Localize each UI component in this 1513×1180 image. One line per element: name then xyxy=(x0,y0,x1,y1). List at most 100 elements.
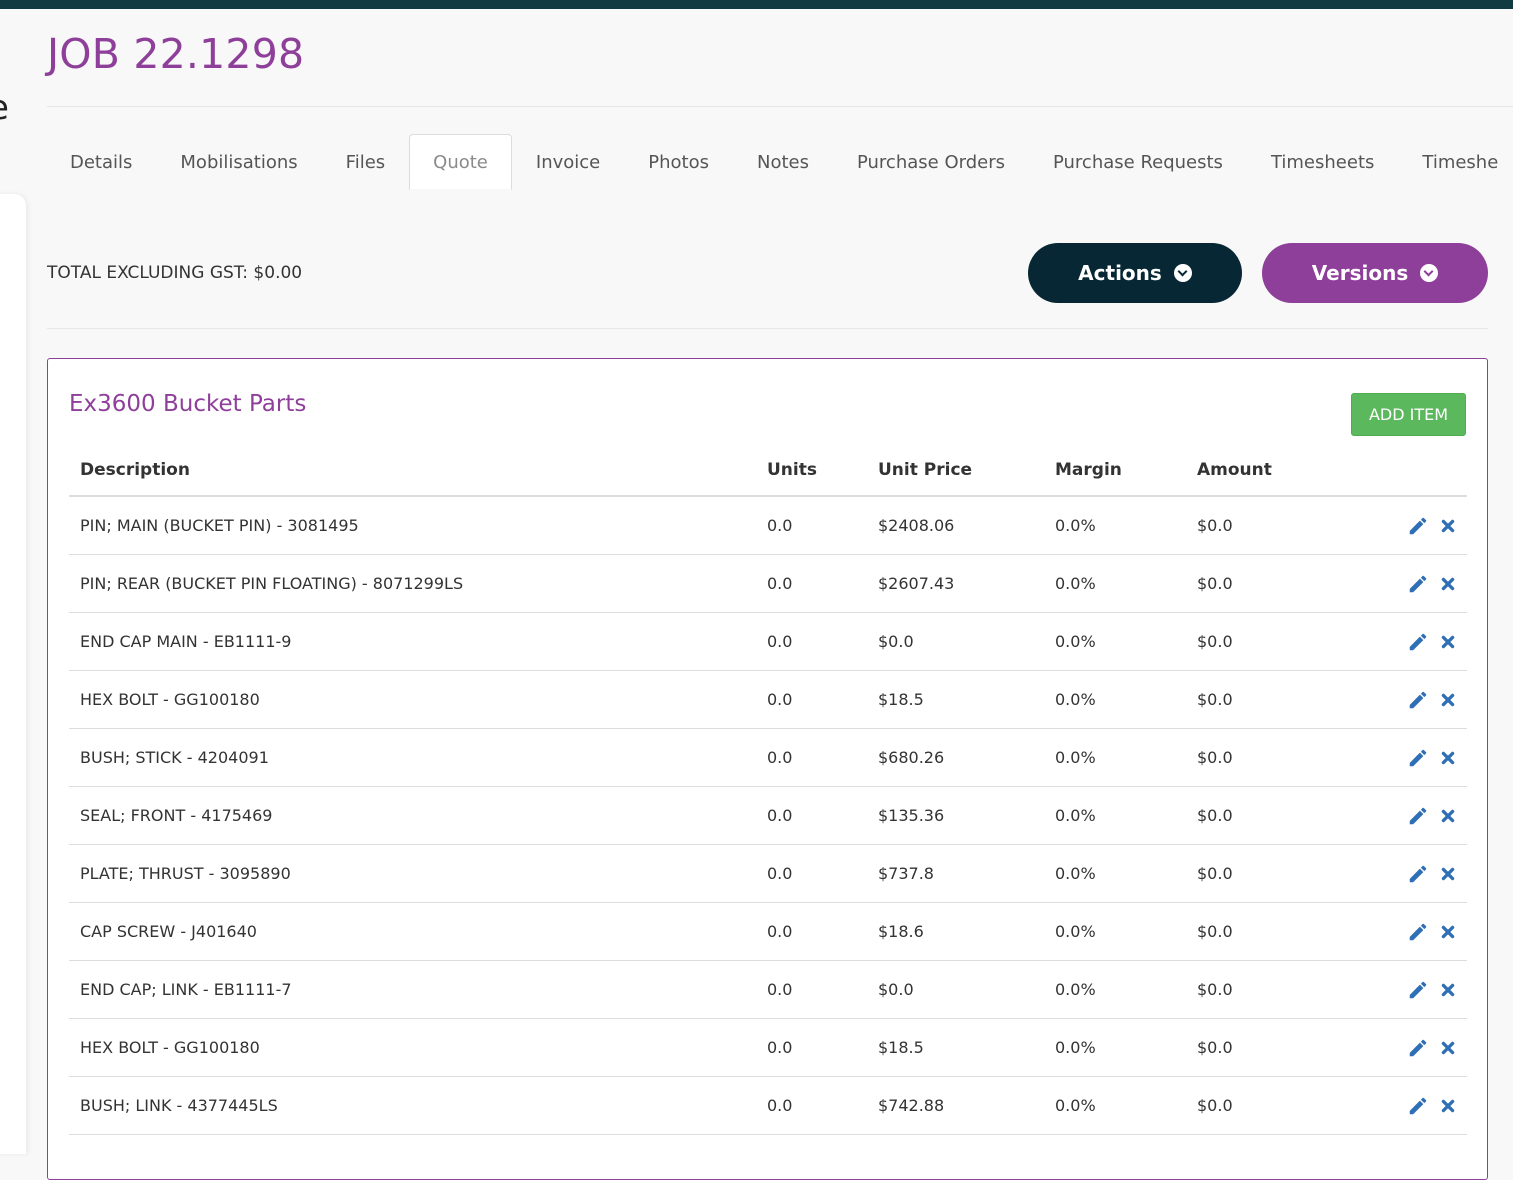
table-row: PLATE; THRUST - 3095890 0.0 $737.8 0.0% $0.0 xyxy=(69,844,1467,903)
tab-photos[interactable]: Photos xyxy=(624,134,733,190)
row-margin: 0.0% xyxy=(1044,496,1186,555)
column-header-description: Description xyxy=(69,445,756,497)
pencil-icon[interactable] xyxy=(1407,863,1429,885)
tab-purchase-orders[interactable]: Purchase Orders xyxy=(833,134,1029,190)
row-description: HEX BOLT - GG100180 xyxy=(69,670,756,729)
pencil-icon[interactable] xyxy=(1407,1037,1429,1059)
pencil-icon[interactable] xyxy=(1407,631,1429,653)
table-row: END CAP MAIN - EB1111-9 0.0 $0.0 0.0% $0.0 xyxy=(69,612,1467,671)
row-margin: 0.0% xyxy=(1044,612,1186,671)
close-icon[interactable] xyxy=(1437,515,1459,537)
table-row: HEX BOLT - GG100180 0.0 $18.5 0.0% $0.0 xyxy=(69,1018,1467,1077)
row-amount: $0.0 xyxy=(1186,960,1367,1019)
table-row: SEAL; FRONT - 4175469 0.0 $135.36 0.0% $0.0 xyxy=(69,786,1467,845)
row-amount: $0.0 xyxy=(1186,496,1367,555)
tab-timesheets[interactable]: Timesheets xyxy=(1247,134,1398,190)
versions-button-label: Versions xyxy=(1311,261,1409,285)
tab-notes[interactable]: Notes xyxy=(733,134,833,190)
tab-details[interactable]: Details xyxy=(46,134,156,190)
tab-mobilisations[interactable]: Mobilisations xyxy=(156,134,321,190)
row-description: CAP SCREW - J401640 xyxy=(69,902,756,961)
actions-button[interactable]: Actions xyxy=(1028,243,1242,303)
table-row: PIN; REAR (BUCKET PIN FLOATING) - 807129… xyxy=(69,554,1467,613)
row-margin: 0.0% xyxy=(1044,670,1186,729)
sidebar-partial-text: e xyxy=(0,88,9,128)
chevron-down-icon xyxy=(1420,264,1439,282)
row-amount: $0.0 xyxy=(1186,786,1367,845)
row-amount: $0.0 xyxy=(1186,612,1367,671)
section-divider xyxy=(47,328,1488,329)
row-margin: 0.0% xyxy=(1044,960,1186,1019)
section-title: Ex3600 Bucket Parts xyxy=(69,391,307,417)
table-row: END CAP; LINK - EB1111-7 0.0 $0.0 0.0% $0.0 xyxy=(69,960,1467,1019)
column-header-actions xyxy=(1367,445,1467,497)
column-header-units: Units xyxy=(756,445,867,497)
pencil-icon[interactable] xyxy=(1407,1095,1429,1117)
close-icon[interactable] xyxy=(1437,689,1459,711)
row-description: PIN; MAIN (BUCKET PIN) - 3081495 xyxy=(69,496,756,555)
table-row: BUSH; LINK - 4377445LS 0.0 $742.88 0.0% $0.0 xyxy=(69,1076,1467,1135)
versions-button[interactable]: Versions xyxy=(1262,243,1488,303)
row-description: PLATE; THRUST - 3095890 xyxy=(69,844,756,903)
close-icon[interactable] xyxy=(1437,921,1459,943)
top-bar xyxy=(0,0,1513,9)
row-description: END CAP MAIN - EB1111-9 xyxy=(69,612,756,671)
close-icon[interactable] xyxy=(1437,747,1459,769)
tab-purchase-requests[interactable]: Purchase Requests xyxy=(1029,134,1247,190)
table-row: BUSH; STICK - 4204091 0.0 $680.26 0.0% $0.0 xyxy=(69,728,1467,787)
tab-timeshe[interactable]: Timeshe xyxy=(1398,134,1513,190)
row-units: 0.0 xyxy=(756,554,867,613)
close-icon[interactable] xyxy=(1437,573,1459,595)
close-icon[interactable] xyxy=(1437,979,1459,1001)
row-actions xyxy=(1367,1076,1467,1135)
row-unit-price: $680.26 xyxy=(867,728,1044,787)
row-unit-price: $18.6 xyxy=(867,902,1044,961)
pencil-icon[interactable] xyxy=(1407,747,1429,769)
column-header-unit-price: Unit Price xyxy=(867,445,1044,497)
row-units: 0.0 xyxy=(756,902,867,961)
page-title: JOB 22.1298 xyxy=(47,30,305,78)
close-icon[interactable] xyxy=(1437,631,1459,653)
row-actions xyxy=(1367,902,1467,961)
row-unit-price: $18.5 xyxy=(867,670,1044,729)
row-actions xyxy=(1367,960,1467,1019)
row-actions xyxy=(1367,844,1467,903)
row-unit-price: $18.5 xyxy=(867,1018,1044,1077)
table-header-row: Description Units Unit Price Margin Amou… xyxy=(69,445,1467,497)
column-header-margin: Margin xyxy=(1044,445,1186,497)
row-actions xyxy=(1367,612,1467,671)
pencil-icon[interactable] xyxy=(1407,979,1429,1001)
row-unit-price: $737.8 xyxy=(867,844,1044,903)
row-actions xyxy=(1367,728,1467,787)
row-description: BUSH; LINK - 4377445LS xyxy=(69,1076,756,1135)
row-unit-price: $742.88 xyxy=(867,1076,1044,1135)
actions-button-label: Actions xyxy=(1078,261,1162,285)
row-units: 0.0 xyxy=(756,728,867,787)
pencil-icon[interactable] xyxy=(1407,689,1429,711)
pencil-icon[interactable] xyxy=(1407,515,1429,537)
close-icon[interactable] xyxy=(1437,805,1459,827)
row-units: 0.0 xyxy=(756,1018,867,1077)
pencil-icon[interactable] xyxy=(1407,573,1429,595)
row-actions xyxy=(1367,786,1467,845)
tab-invoice[interactable]: Invoice xyxy=(512,134,624,190)
close-icon[interactable] xyxy=(1437,1037,1459,1059)
close-icon[interactable] xyxy=(1437,1095,1459,1117)
row-margin: 0.0% xyxy=(1044,1018,1186,1077)
pencil-icon[interactable] xyxy=(1407,921,1429,943)
add-item-button[interactable]: ADD ITEM xyxy=(1351,393,1466,436)
close-icon[interactable] xyxy=(1437,863,1459,885)
row-margin: 0.0% xyxy=(1044,1076,1186,1135)
row-description: BUSH; STICK - 4204091 xyxy=(69,728,756,787)
row-actions xyxy=(1367,670,1467,729)
column-header-amount: Amount xyxy=(1186,445,1367,497)
row-unit-price: $135.36 xyxy=(867,786,1044,845)
row-units: 0.0 xyxy=(756,1076,867,1135)
row-amount: $0.0 xyxy=(1186,728,1367,787)
tab-files[interactable]: Files xyxy=(322,134,410,190)
row-units: 0.0 xyxy=(756,786,867,845)
tab-quote[interactable]: Quote xyxy=(409,134,512,190)
pencil-icon[interactable] xyxy=(1407,805,1429,827)
row-amount: $0.0 xyxy=(1186,1076,1367,1135)
row-margin: 0.0% xyxy=(1044,902,1186,961)
